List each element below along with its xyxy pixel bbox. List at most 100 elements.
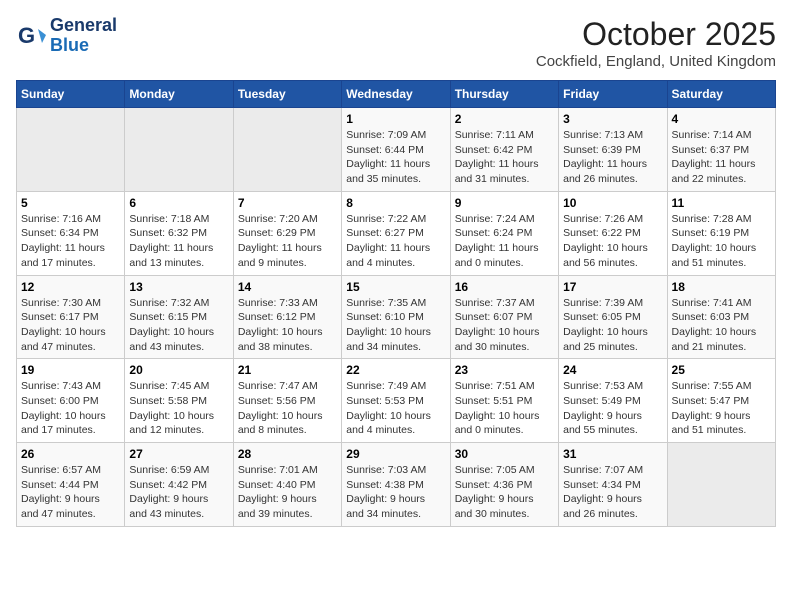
calendar-day-cell: 22 Sunrise: 7:49 AM Sunset: 5:53 PM Dayli… bbox=[342, 359, 450, 443]
calendar-day-cell: 2 Sunrise: 7:11 AM Sunset: 6:42 PM Daylig… bbox=[450, 108, 558, 192]
logo-line1: General bbox=[50, 16, 117, 36]
day-info: Sunrise: 7:53 AM Sunset: 5:49 PM Dayligh… bbox=[563, 379, 662, 438]
calendar-day-cell: 28Sunrise: 7:01 AM Sunset: 4:40 PM Dayli… bbox=[233, 443, 341, 527]
day-info: Sunrise: 7:35 AM Sunset: 6:10 PM Dayligh… bbox=[346, 296, 445, 355]
logo-icon: G bbox=[16, 21, 46, 51]
calendar-day-cell: 9 Sunrise: 7:24 AM Sunset: 6:24 PM Daylig… bbox=[450, 191, 558, 275]
calendar-table: SundayMondayTuesdayWednesdayThursdayFrid… bbox=[16, 80, 776, 527]
day-number: 8 bbox=[346, 196, 445, 210]
day-number: 30 bbox=[455, 447, 554, 461]
calendar-day-cell: 27Sunrise: 6:59 AM Sunset: 4:42 PM Dayli… bbox=[125, 443, 233, 527]
day-info: Sunrise: 6:57 AM Sunset: 4:44 PM Dayligh… bbox=[21, 463, 120, 522]
day-number: 24 bbox=[563, 363, 662, 377]
day-number: 21 bbox=[238, 363, 337, 377]
day-number: 3 bbox=[563, 112, 662, 126]
calendar-week-row: 1 Sunrise: 7:09 AM Sunset: 6:44 PM Daylig… bbox=[17, 108, 776, 192]
day-info: Sunrise: 7:24 AM Sunset: 6:24 PM Dayligh… bbox=[455, 212, 554, 271]
day-info: Sunrise: 7:20 AM Sunset: 6:29 PM Dayligh… bbox=[238, 212, 337, 271]
logo: G General Blue bbox=[16, 16, 117, 56]
calendar-day-cell: 7 Sunrise: 7:20 AM Sunset: 6:29 PM Daylig… bbox=[233, 191, 341, 275]
weekday-header-row: SundayMondayTuesdayWednesdayThursdayFrid… bbox=[17, 81, 776, 108]
day-info: Sunrise: 7:09 AM Sunset: 6:44 PM Dayligh… bbox=[346, 128, 445, 187]
day-number: 27 bbox=[129, 447, 228, 461]
calendar-day-cell: 29 Sunrise: 7:03 AM Sunset: 4:38 PM Dayli… bbox=[342, 443, 450, 527]
day-info: Sunrise: 7:37 AM Sunset: 6:07 PM Dayligh… bbox=[455, 296, 554, 355]
day-info: Sunrise: 7:43 AM Sunset: 6:00 PM Dayligh… bbox=[21, 379, 120, 438]
calendar-day-cell: 26 Sunrise: 6:57 AM Sunset: 4:44 PM Dayli… bbox=[17, 443, 125, 527]
day-info: Sunrise: 7:45 AM Sunset: 5:58 PM Dayligh… bbox=[129, 379, 228, 438]
calendar-day-cell: 21Sunrise: 7:47 AM Sunset: 5:56 PM Dayli… bbox=[233, 359, 341, 443]
day-info: Sunrise: 7:05 AM Sunset: 4:36 PM Dayligh… bbox=[455, 463, 554, 522]
day-info: Sunrise: 7:41 AM Sunset: 6:03 PM Dayligh… bbox=[672, 296, 771, 355]
day-number: 2 bbox=[455, 112, 554, 126]
day-number: 16 bbox=[455, 280, 554, 294]
day-info: Sunrise: 7:03 AM Sunset: 4:38 PM Dayligh… bbox=[346, 463, 445, 522]
calendar-day-cell: 3 Sunrise: 7:13 AM Sunset: 6:39 PM Daylig… bbox=[559, 108, 667, 192]
calendar-day-cell bbox=[233, 108, 341, 192]
calendar-day-cell: 6Sunrise: 7:18 AM Sunset: 6:32 PM Daylig… bbox=[125, 191, 233, 275]
weekday-header-cell: Wednesday bbox=[342, 81, 450, 108]
day-info: Sunrise: 7:22 AM Sunset: 6:27 PM Dayligh… bbox=[346, 212, 445, 271]
calendar-day-cell: 14 Sunrise: 7:33 AM Sunset: 6:12 PM Dayli… bbox=[233, 275, 341, 359]
day-number: 29 bbox=[346, 447, 445, 461]
calendar-week-row: 19Sunrise: 7:43 AM Sunset: 6:00 PM Dayli… bbox=[17, 359, 776, 443]
calendar-week-row: 12 Sunrise: 7:30 AM Sunset: 6:17 PM Dayli… bbox=[17, 275, 776, 359]
day-number: 17 bbox=[563, 280, 662, 294]
day-number: 4 bbox=[672, 112, 771, 126]
day-info: Sunrise: 7:39 AM Sunset: 6:05 PM Dayligh… bbox=[563, 296, 662, 355]
day-number: 11 bbox=[672, 196, 771, 210]
page-header: G General Blue October 2025 Cockfield, E… bbox=[16, 16, 776, 70]
calendar-week-row: 26 Sunrise: 6:57 AM Sunset: 4:44 PM Dayli… bbox=[17, 443, 776, 527]
weekday-header-cell: Friday bbox=[559, 81, 667, 108]
calendar-day-cell: 17 Sunrise: 7:39 AM Sunset: 6:05 PM Dayli… bbox=[559, 275, 667, 359]
calendar-day-cell: 8 Sunrise: 7:22 AM Sunset: 6:27 PM Daylig… bbox=[342, 191, 450, 275]
calendar-day-cell: 10Sunrise: 7:26 AM Sunset: 6:22 PM Dayli… bbox=[559, 191, 667, 275]
weekday-header-cell: Sunday bbox=[17, 81, 125, 108]
day-number: 15 bbox=[346, 280, 445, 294]
day-info: Sunrise: 7:49 AM Sunset: 5:53 PM Dayligh… bbox=[346, 379, 445, 438]
day-number: 1 bbox=[346, 112, 445, 126]
day-number: 14 bbox=[238, 280, 337, 294]
day-info: Sunrise: 7:55 AM Sunset: 5:47 PM Dayligh… bbox=[672, 379, 771, 438]
calendar-day-cell: 16 Sunrise: 7:37 AM Sunset: 6:07 PM Dayli… bbox=[450, 275, 558, 359]
day-number: 9 bbox=[455, 196, 554, 210]
day-info: Sunrise: 7:07 AM Sunset: 4:34 PM Dayligh… bbox=[563, 463, 662, 522]
day-info: Sunrise: 7:30 AM Sunset: 6:17 PM Dayligh… bbox=[21, 296, 120, 355]
calendar-week-row: 5 Sunrise: 7:16 AM Sunset: 6:34 PM Daylig… bbox=[17, 191, 776, 275]
calendar-day-cell: 23Sunrise: 7:51 AM Sunset: 5:51 PM Dayli… bbox=[450, 359, 558, 443]
calendar-day-cell bbox=[17, 108, 125, 192]
calendar-day-cell: 5 Sunrise: 7:16 AM Sunset: 6:34 PM Daylig… bbox=[17, 191, 125, 275]
day-number: 22 bbox=[346, 363, 445, 377]
calendar-day-cell: 4Sunrise: 7:14 AM Sunset: 6:37 PM Daylig… bbox=[667, 108, 775, 192]
calendar-day-cell: 24 Sunrise: 7:53 AM Sunset: 5:49 PM Dayli… bbox=[559, 359, 667, 443]
day-number: 7 bbox=[238, 196, 337, 210]
weekday-header-cell: Tuesday bbox=[233, 81, 341, 108]
calendar-day-cell: 18Sunrise: 7:41 AM Sunset: 6:03 PM Dayli… bbox=[667, 275, 775, 359]
day-number: 26 bbox=[21, 447, 120, 461]
weekday-header-cell: Thursday bbox=[450, 81, 558, 108]
title-block: October 2025 Cockfield, England, United … bbox=[536, 16, 776, 70]
day-info: Sunrise: 7:11 AM Sunset: 6:42 PM Dayligh… bbox=[455, 128, 554, 187]
day-number: 5 bbox=[21, 196, 120, 210]
day-info: Sunrise: 7:28 AM Sunset: 6:19 PM Dayligh… bbox=[672, 212, 771, 271]
weekday-header-cell: Saturday bbox=[667, 81, 775, 108]
day-info: Sunrise: 7:16 AM Sunset: 6:34 PM Dayligh… bbox=[21, 212, 120, 271]
day-number: 31 bbox=[563, 447, 662, 461]
day-info: Sunrise: 7:51 AM Sunset: 5:51 PM Dayligh… bbox=[455, 379, 554, 438]
month-title: October 2025 bbox=[536, 16, 776, 53]
day-number: 12 bbox=[21, 280, 120, 294]
calendar-day-cell: 13Sunrise: 7:32 AM Sunset: 6:15 PM Dayli… bbox=[125, 275, 233, 359]
calendar-body: 1 Sunrise: 7:09 AM Sunset: 6:44 PM Daylig… bbox=[17, 108, 776, 527]
day-number: 25 bbox=[672, 363, 771, 377]
day-info: Sunrise: 7:26 AM Sunset: 6:22 PM Dayligh… bbox=[563, 212, 662, 271]
day-info: Sunrise: 7:18 AM Sunset: 6:32 PM Dayligh… bbox=[129, 212, 228, 271]
calendar-day-cell: 11 Sunrise: 7:28 AM Sunset: 6:19 PM Dayli… bbox=[667, 191, 775, 275]
day-info: Sunrise: 7:13 AM Sunset: 6:39 PM Dayligh… bbox=[563, 128, 662, 187]
logo-text: General Blue bbox=[50, 16, 117, 56]
calendar-day-cell: 15 Sunrise: 7:35 AM Sunset: 6:10 PM Dayli… bbox=[342, 275, 450, 359]
calendar-day-cell: 30 Sunrise: 7:05 AM Sunset: 4:36 PM Dayli… bbox=[450, 443, 558, 527]
day-info: Sunrise: 7:33 AM Sunset: 6:12 PM Dayligh… bbox=[238, 296, 337, 355]
calendar-day-cell: 19Sunrise: 7:43 AM Sunset: 6:00 PM Dayli… bbox=[17, 359, 125, 443]
day-number: 13 bbox=[129, 280, 228, 294]
calendar-day-cell: 31 Sunrise: 7:07 AM Sunset: 4:34 PM Dayli… bbox=[559, 443, 667, 527]
